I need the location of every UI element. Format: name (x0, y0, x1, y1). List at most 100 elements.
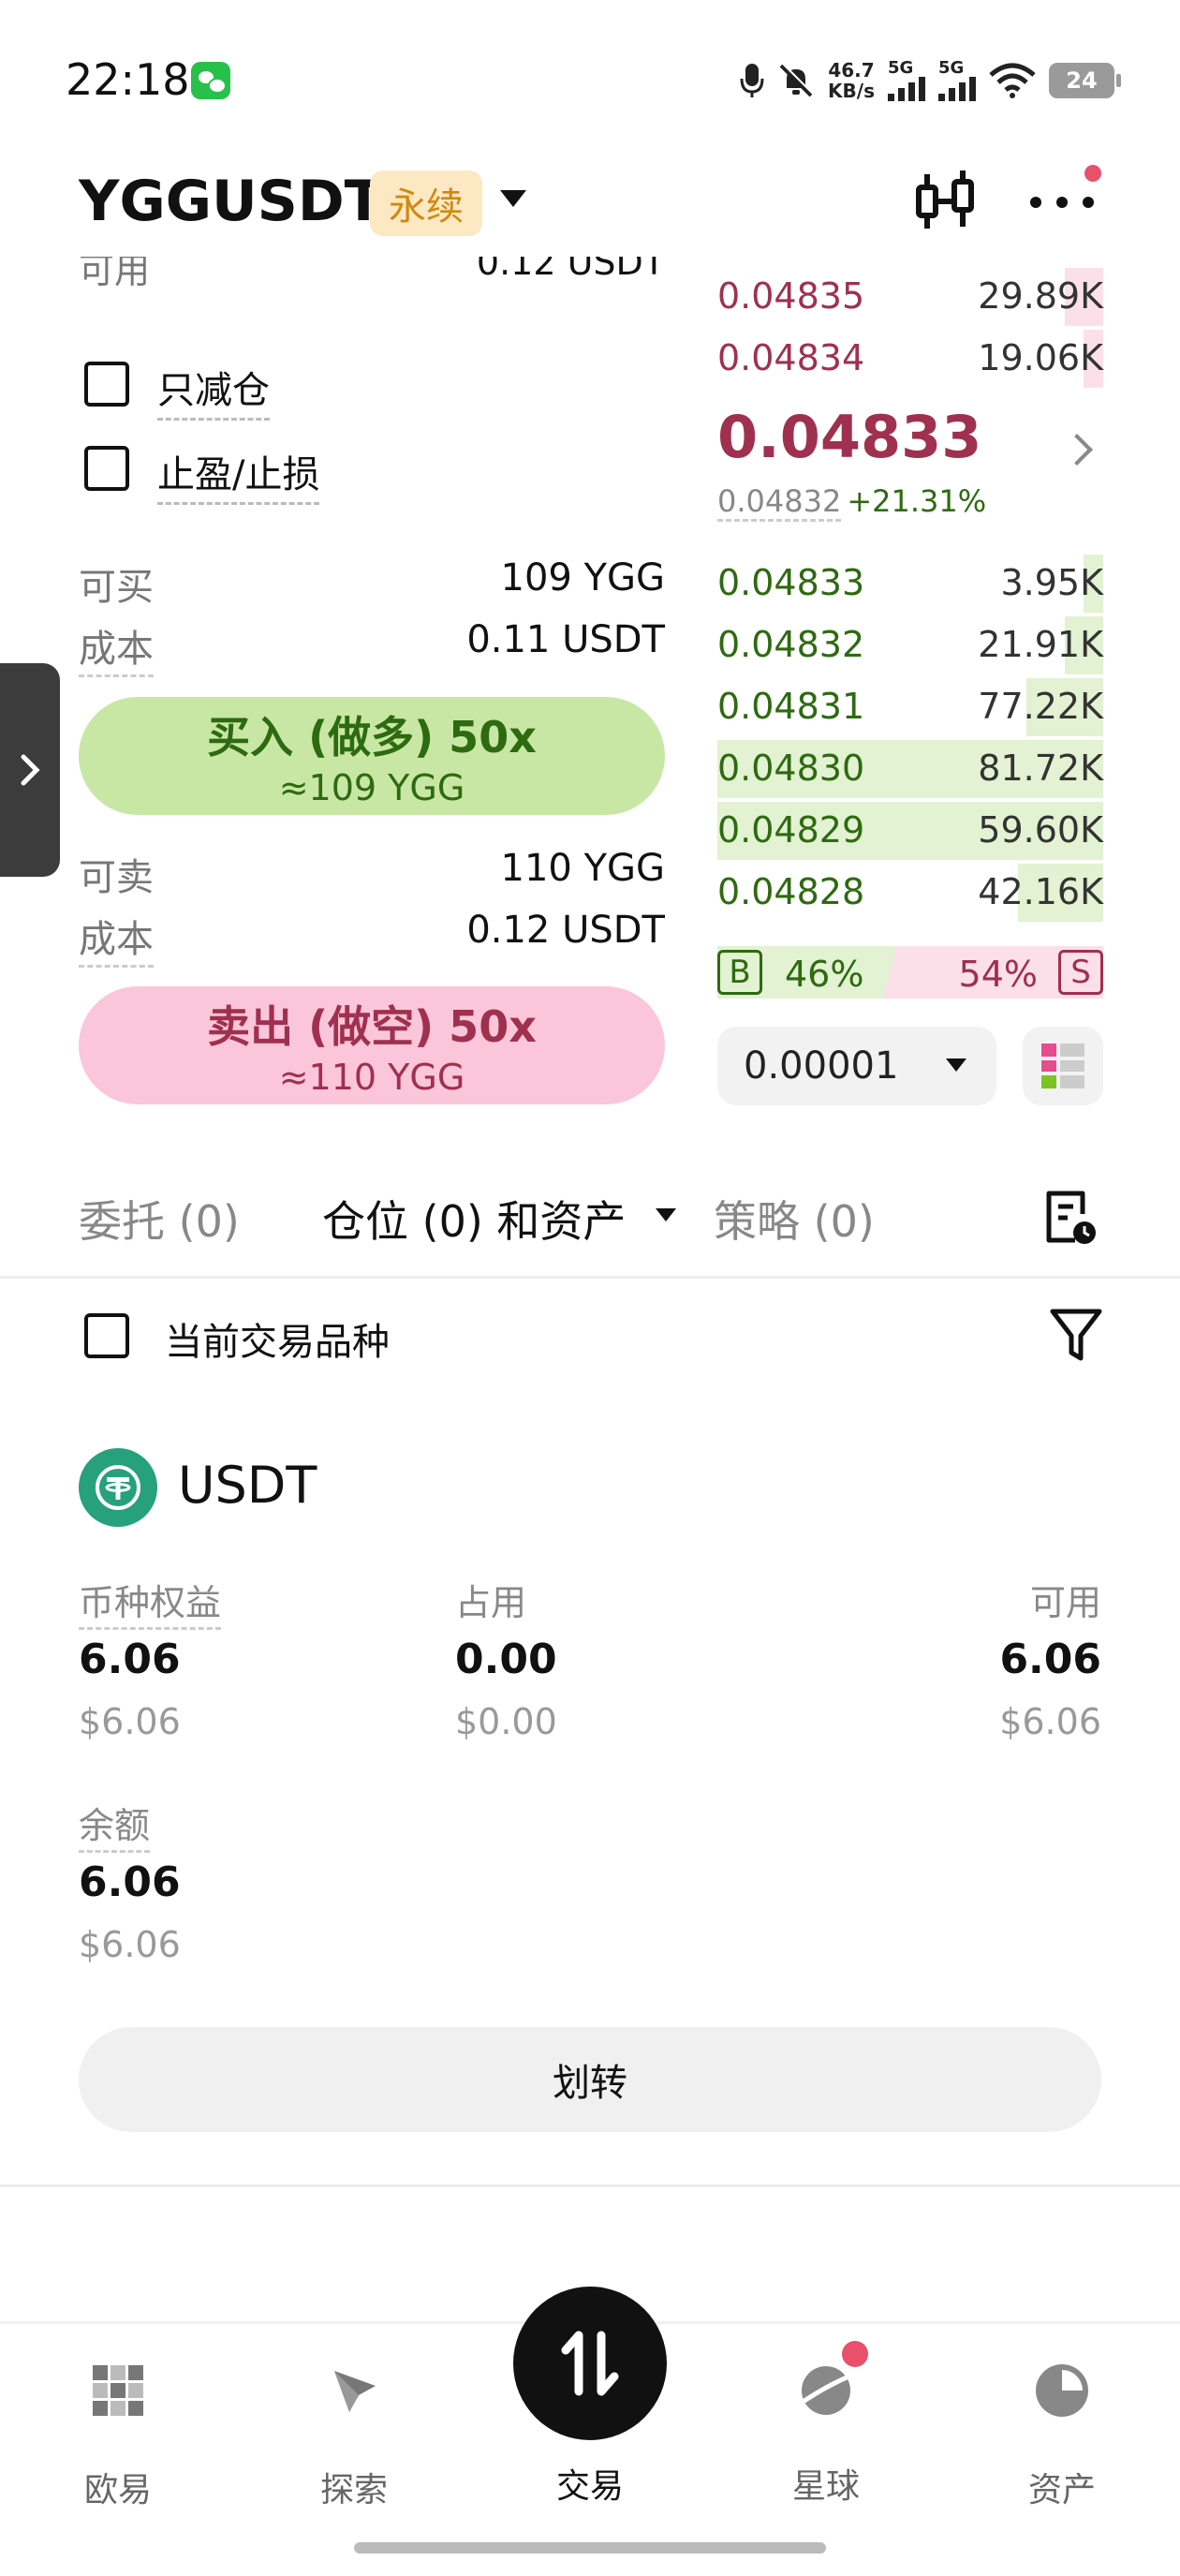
order-history-icon[interactable] (1041, 1188, 1099, 1248)
ask-qty: 19.06K (978, 337, 1103, 378)
equity-usd: $6.06 (79, 1701, 181, 1742)
planet-icon (797, 2366, 854, 2415)
bid-row[interactable]: 0.04830 81.72K (717, 740, 1103, 798)
nav-explore-label: 探索 (319, 2471, 388, 2509)
home-indicator[interactable] (354, 2542, 826, 2554)
buy-button-amount: ≈109 YGG (278, 767, 465, 808)
sell-cost-value: 0.12 USDT (466, 909, 665, 952)
usdt-coin-icon (79, 1448, 157, 1527)
planet-notification-dot (842, 2341, 868, 2367)
nav-assets-label: 资产 (1027, 2471, 1096, 2509)
bid-price: 0.04831 (717, 686, 865, 727)
chevron-right-icon (21, 754, 40, 786)
used-label: 占用 (455, 1582, 527, 1623)
current-pair-checkbox[interactable] (84, 1313, 129, 1358)
nav-trade-label: 交易 (555, 2467, 624, 2506)
bid-price: 0.04830 (717, 748, 865, 789)
pair-dropdown-icon[interactable] (500, 190, 526, 207)
bid-price: 0.04832 (717, 624, 865, 665)
nav-home-label: 欧易 (83, 2471, 152, 2509)
network-type-2: 5G (938, 58, 965, 78)
nav-planet[interactable]: 星球 (760, 2341, 892, 2508)
available-row: 可用 0.12 USDT (79, 257, 665, 294)
bid-row[interactable]: 0.04831 77.22K (717, 678, 1103, 736)
reduce-only-checkbox[interactable] (84, 362, 129, 407)
status-time: 22:18 (66, 54, 190, 105)
side-panel-handle[interactable] (0, 663, 60, 877)
tab-positions-assets[interactable]: 仓位 (0) 和资产 (322, 1188, 626, 1250)
bid-qty: 42.16K (978, 871, 1103, 912)
buy-sell-ratio-bar: B 46% 54% S (717, 946, 1103, 999)
bid-qty: 59.60K (978, 809, 1103, 851)
bid-row[interactable]: 0.04833 3.95K (717, 555, 1103, 613)
signal-1: 5G (888, 60, 925, 101)
signal-bars-icon (938, 77, 976, 101)
filter-icon[interactable] (1049, 1306, 1103, 1364)
nav-explore[interactable]: 探索 (288, 2358, 420, 2511)
candlestick-chart-icon[interactable] (913, 169, 979, 234)
sell-short-button[interactable]: 卖出 (做空) 50x ≈110 YGG (79, 986, 665, 1104)
available-value: 0.12 USDT (476, 257, 665, 283)
balance-label: 余额 (79, 1797, 151, 1853)
bid-qty: 3.95K (1000, 562, 1103, 603)
used-value: 0.00 (455, 1636, 557, 1683)
sell-max-label: 可卖 (79, 856, 154, 899)
bid-row[interactable]: 0.04829 59.60K (717, 802, 1103, 860)
wechat-notification-icon (191, 62, 230, 99)
nav-assets[interactable]: 资产 (996, 2358, 1128, 2511)
current-pair-label[interactable]: 当前交易品种 (165, 1311, 390, 1366)
chevron-right-icon[interactable] (1061, 434, 1093, 466)
coin-name: USDT (178, 1456, 317, 1515)
reduce-only-label[interactable]: 只减仓 (157, 360, 270, 421)
tp-sl-checkbox[interactable] (84, 446, 129, 491)
mark-price: 0.04832 (717, 483, 842, 522)
ask-row[interactable]: 0.04834 19.06K (717, 330, 1103, 388)
nav-home[interactable]: 欧易 (52, 2358, 184, 2511)
precision-select[interactable]: 0.00001 (717, 1027, 996, 1105)
signal-2: 5G (938, 60, 976, 101)
order-book-layout-button[interactable] (1023, 1027, 1103, 1105)
microphone-icon (740, 64, 764, 97)
more-options-icon[interactable] (1026, 184, 1101, 221)
nav-trade[interactable] (513, 2287, 667, 2440)
buy-ratio-tag: B (717, 950, 762, 995)
buy-button-title: 买入 (做多) 50x (207, 712, 537, 762)
speed-unit: KB/s (828, 80, 875, 102)
sell-ratio-text: 54% (958, 954, 1038, 995)
buy-long-button[interactable]: 买入 (做多) 50x ≈109 YGG (79, 697, 665, 815)
precision-value: 0.00001 (744, 1044, 899, 1088)
last-price[interactable]: 0.04833 (717, 403, 981, 471)
status-icons: 46.7 KB/s 5G 5G 24 (740, 54, 1121, 107)
bottom-nav: 欧易 探索 交易 星球 资产 (0, 2287, 1180, 2576)
signal-bars-icon (888, 77, 925, 101)
sell-max-value: 110 YGG (500, 847, 666, 890)
balance-value: 6.06 (79, 1858, 181, 1906)
buy-max-value: 109 YGG (500, 556, 666, 600)
balance-usd: $6.06 (79, 1924, 181, 1965)
ask-price: 0.04834 (717, 337, 865, 378)
bid-price: 0.04833 (717, 562, 865, 603)
buy-cost-value: 0.11 USDT (466, 618, 665, 661)
chevron-down-icon (946, 1059, 966, 1072)
tab-strategy[interactable]: 策略 (0) (714, 1188, 875, 1250)
network-speed: 46.7 KB/s (828, 60, 875, 101)
bid-row[interactable]: 0.04832 21.91K (717, 616, 1103, 674)
asset-available-usd: $6.06 (999, 1701, 1101, 1742)
bid-price: 0.04828 (717, 871, 865, 912)
transfer-button[interactable]: 划转 (79, 2027, 1101, 2132)
bid-row[interactable]: 0.04828 42.16K (717, 864, 1103, 922)
buy-max-label: 可买 (79, 566, 154, 609)
tp-sl-label[interactable]: 止盈/止损 (157, 444, 320, 505)
tabs-divider (0, 1276, 1180, 1279)
pair-title[interactable]: YGGUSDT (79, 169, 383, 234)
chevron-down-icon[interactable] (656, 1208, 676, 1221)
bid-qty: 21.91K (978, 624, 1103, 665)
mute-bell-icon (779, 63, 814, 97)
notification-dot (1084, 165, 1101, 182)
bid-price: 0.04829 (717, 809, 865, 851)
ask-row[interactable]: 0.04835 29.89K (717, 268, 1103, 326)
price-change: +21.31% (847, 483, 987, 519)
tab-orders[interactable]: 委托 (0) (79, 1188, 240, 1250)
wifi-icon (989, 63, 1036, 98)
price-info: 0.04832 +21.31% (717, 483, 987, 522)
